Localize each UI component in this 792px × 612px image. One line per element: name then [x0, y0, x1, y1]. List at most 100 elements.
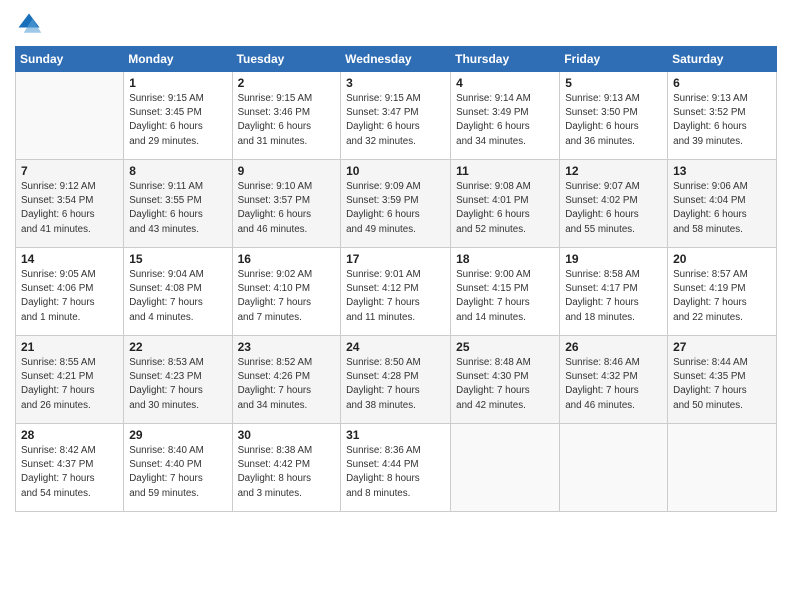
- day-cell: 2 Sunrise: 9:15 AMSunset: 3:46 PMDaylight…: [232, 72, 341, 160]
- day-info-line: Sunset: 4:35 PM: [673, 371, 745, 382]
- day-number: 7: [21, 164, 118, 178]
- day-info-line: Sunrise: 8:40 AM: [129, 445, 204, 456]
- day-info-line: and 42 minutes.: [456, 400, 526, 411]
- day-info-line: and 38 minutes.: [346, 400, 416, 411]
- day-info-line: Sunrise: 9:15 AM: [129, 93, 204, 104]
- day-info-line: and 39 minutes.: [673, 136, 743, 147]
- day-number: 15: [129, 252, 226, 266]
- day-info-line: Daylight: 6 hours: [673, 209, 747, 220]
- day-info-line: Sunrise: 9:13 AM: [565, 93, 640, 104]
- day-info: Sunrise: 9:15 AMSunset: 3:46 PMDaylight:…: [238, 92, 336, 149]
- day-info-line: and 8 minutes.: [346, 488, 410, 499]
- day-cell: 8Sunrise: 9:11 AMSunset: 3:55 PMDaylight…: [124, 160, 232, 248]
- day-number: 13: [673, 164, 771, 178]
- day-number: 6: [673, 76, 771, 90]
- day-info-line: and 29 minutes.: [129, 136, 199, 147]
- day-info-line: Daylight: 6 hours: [565, 209, 639, 220]
- day-info-line: Sunset: 3:45 PM: [129, 107, 201, 118]
- day-info-line: Sunrise: 9:10 AM: [238, 181, 313, 192]
- day-info-line: Sunrise: 9:13 AM: [673, 93, 748, 104]
- day-info-line: Sunrise: 9:04 AM: [129, 269, 204, 280]
- week-row-5: 28Sunrise: 8:42 AMSunset: 4:37 PMDayligh…: [16, 424, 777, 512]
- day-number: 9: [238, 164, 336, 178]
- day-info-line: Sunrise: 9:01 AM: [346, 269, 421, 280]
- day-info-line: Sunrise: 8:57 AM: [673, 269, 748, 280]
- day-cell: 15Sunrise: 9:04 AMSunset: 4:08 PMDayligh…: [124, 248, 232, 336]
- day-info-line: and 4 minutes.: [129, 312, 193, 323]
- day-info-line: Sunset: 4:37 PM: [21, 459, 93, 470]
- weekday-header-wednesday: Wednesday: [341, 47, 451, 72]
- day-info-line: Sunset: 3:59 PM: [346, 195, 418, 206]
- day-info: Sunrise: 9:10 AMSunset: 3:57 PMDaylight:…: [238, 180, 336, 237]
- day-info-line: Sunrise: 8:58 AM: [565, 269, 640, 280]
- day-info: Sunrise: 8:52 AMSunset: 4:26 PMDaylight:…: [238, 356, 336, 413]
- day-info: Sunrise: 8:38 AMSunset: 4:42 PMDaylight:…: [238, 444, 336, 501]
- day-number: 22: [129, 340, 226, 354]
- day-info-line: Sunset: 4:21 PM: [21, 371, 93, 382]
- day-cell: 31Sunrise: 8:36 AMSunset: 4:44 PMDayligh…: [341, 424, 451, 512]
- day-info-line: Sunrise: 9:05 AM: [21, 269, 96, 280]
- day-number: 2: [238, 76, 336, 90]
- day-info-line: Sunset: 3:49 PM: [456, 107, 528, 118]
- day-info-line: Sunrise: 8:46 AM: [565, 357, 640, 368]
- day-info-line: Daylight: 7 hours: [238, 385, 312, 396]
- day-info-line: Daylight: 7 hours: [565, 385, 639, 396]
- day-cell: 23Sunrise: 8:52 AMSunset: 4:26 PMDayligh…: [232, 336, 341, 424]
- day-number: 26: [565, 340, 662, 354]
- day-info-line: and 46 minutes.: [565, 400, 635, 411]
- day-info: Sunrise: 8:36 AMSunset: 4:44 PMDaylight:…: [346, 444, 445, 501]
- day-info: Sunrise: 9:07 AMSunset: 4:02 PMDaylight:…: [565, 180, 662, 237]
- day-info-line: Daylight: 7 hours: [673, 385, 747, 396]
- day-number: 11: [456, 164, 554, 178]
- day-info-line: Sunset: 4:15 PM: [456, 283, 528, 294]
- day-info-line: Sunrise: 8:36 AM: [346, 445, 421, 456]
- day-cell: 25Sunrise: 8:48 AMSunset: 4:30 PMDayligh…: [451, 336, 560, 424]
- day-info-line: Sunset: 4:28 PM: [346, 371, 418, 382]
- day-info-line: Sunset: 4:02 PM: [565, 195, 637, 206]
- day-info-line: Sunset: 4:19 PM: [673, 283, 745, 294]
- day-info-line: Sunrise: 8:38 AM: [238, 445, 313, 456]
- day-info-line: Sunrise: 8:44 AM: [673, 357, 748, 368]
- day-number: 25: [456, 340, 554, 354]
- day-number: 19: [565, 252, 662, 266]
- day-info-line: Daylight: 7 hours: [238, 297, 312, 308]
- day-info-line: and 59 minutes.: [129, 488, 199, 499]
- day-number: 30: [238, 428, 336, 442]
- page: SundayMondayTuesdayWednesdayThursdayFrid…: [0, 0, 792, 612]
- day-cell: 28Sunrise: 8:42 AMSunset: 4:37 PMDayligh…: [16, 424, 124, 512]
- day-info-line: Daylight: 6 hours: [129, 209, 203, 220]
- day-info-line: Daylight: 6 hours: [673, 121, 747, 132]
- day-info-line: Daylight: 6 hours: [565, 121, 639, 132]
- day-info-line: Sunset: 4:17 PM: [565, 283, 637, 294]
- day-info-line: Daylight: 7 hours: [346, 385, 420, 396]
- day-info: Sunrise: 9:15 AMSunset: 3:47 PMDaylight:…: [346, 92, 445, 149]
- day-cell: 22Sunrise: 8:53 AMSunset: 4:23 PMDayligh…: [124, 336, 232, 424]
- day-info-line: and 50 minutes.: [673, 400, 743, 411]
- day-info: Sunrise: 9:06 AMSunset: 4:04 PMDaylight:…: [673, 180, 771, 237]
- day-cell: 18Sunrise: 9:00 AMSunset: 4:15 PMDayligh…: [451, 248, 560, 336]
- day-info-line: Sunrise: 8:52 AM: [238, 357, 313, 368]
- day-info-line: Sunset: 3:50 PM: [565, 107, 637, 118]
- day-info: Sunrise: 9:14 AMSunset: 3:49 PMDaylight:…: [456, 92, 554, 149]
- day-cell: 24Sunrise: 8:50 AMSunset: 4:28 PMDayligh…: [341, 336, 451, 424]
- day-cell: 14Sunrise: 9:05 AMSunset: 4:06 PMDayligh…: [16, 248, 124, 336]
- day-cell: 29Sunrise: 8:40 AMSunset: 4:40 PMDayligh…: [124, 424, 232, 512]
- day-info-line: and 49 minutes.: [346, 224, 416, 235]
- day-number: 4: [456, 76, 554, 90]
- day-info-line: Daylight: 6 hours: [238, 209, 312, 220]
- day-info-line: Daylight: 7 hours: [21, 385, 95, 396]
- day-info-line: Sunrise: 8:55 AM: [21, 357, 96, 368]
- weekday-header-thursday: Thursday: [451, 47, 560, 72]
- day-info-line: Daylight: 6 hours: [346, 209, 420, 220]
- day-info-line: and 58 minutes.: [673, 224, 743, 235]
- day-info-line: Sunset: 4:04 PM: [673, 195, 745, 206]
- day-number: 16: [238, 252, 336, 266]
- day-cell: 20Sunrise: 8:57 AMSunset: 4:19 PMDayligh…: [668, 248, 777, 336]
- day-cell: 9 Sunrise: 9:10 AMSunset: 3:57 PMDaylight…: [232, 160, 341, 248]
- day-info-line: Daylight: 6 hours: [456, 121, 530, 132]
- day-number: 3: [346, 76, 445, 90]
- day-info-line: Sunset: 4:30 PM: [456, 371, 528, 382]
- day-info: Sunrise: 8:55 AM Sunset: 4:21 PM Daylight:…: [21, 356, 118, 413]
- day-cell: 4 Sunrise: 9:14 AMSunset: 3:49 PMDaylight…: [451, 72, 560, 160]
- day-info-line: and 31 minutes.: [238, 136, 308, 147]
